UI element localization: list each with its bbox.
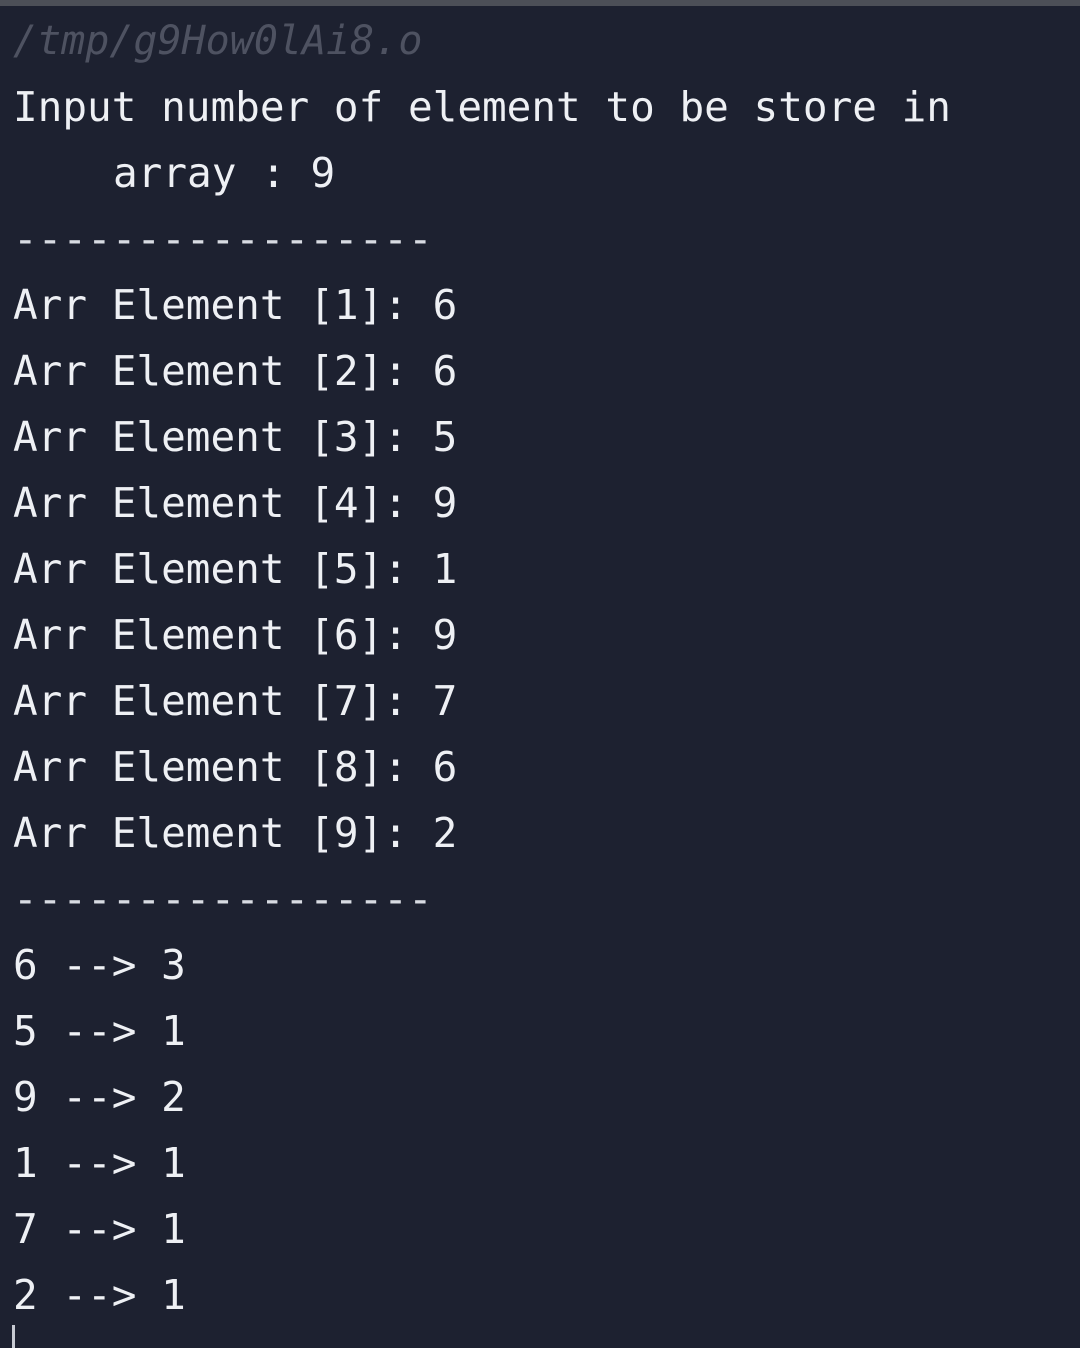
separator-top: -----------------	[13, 215, 433, 263]
input-prompt-line-1: Input number of element to be store in	[13, 83, 951, 131]
array-element-line: Arr Element [7]: 7	[13, 677, 458, 725]
array-element-line: Arr Element [6]: 9	[13, 611, 458, 659]
array-element-line: Arr Element [8]: 6	[13, 743, 458, 791]
array-element-line: Arr Element [1]: 6	[13, 281, 458, 329]
frequency-line: 6 --> 3	[13, 941, 186, 989]
text-cursor[interactable]	[12, 1325, 15, 1348]
array-element-line: Arr Element [4]: 9	[13, 479, 458, 527]
array-element-line: Arr Element [5]: 1	[13, 545, 458, 593]
array-element-line: Arr Element [3]: 5	[13, 413, 458, 461]
frequency-line: 9 --> 2	[13, 1073, 186, 1121]
frequency-line: 7 --> 1	[13, 1205, 186, 1253]
array-element-line: Arr Element [2]: 6	[13, 347, 458, 395]
frequency-line: 5 --> 1	[13, 1007, 186, 1055]
frequency-line: 2 --> 1	[13, 1271, 186, 1319]
input-prompt-line-2: array : 9	[113, 149, 336, 197]
terminal-output: /tmp/g9How0lAi8.o Input number of elemen…	[13, 8, 1073, 1328]
file-path: /tmp/g9How0lAi8.o	[13, 18, 423, 64]
frequency-line: 1 --> 1	[13, 1139, 186, 1187]
array-element-line: Arr Element [9]: 2	[13, 809, 458, 857]
window-top-border	[0, 0, 1080, 6]
separator-bottom: -----------------	[13, 875, 433, 923]
